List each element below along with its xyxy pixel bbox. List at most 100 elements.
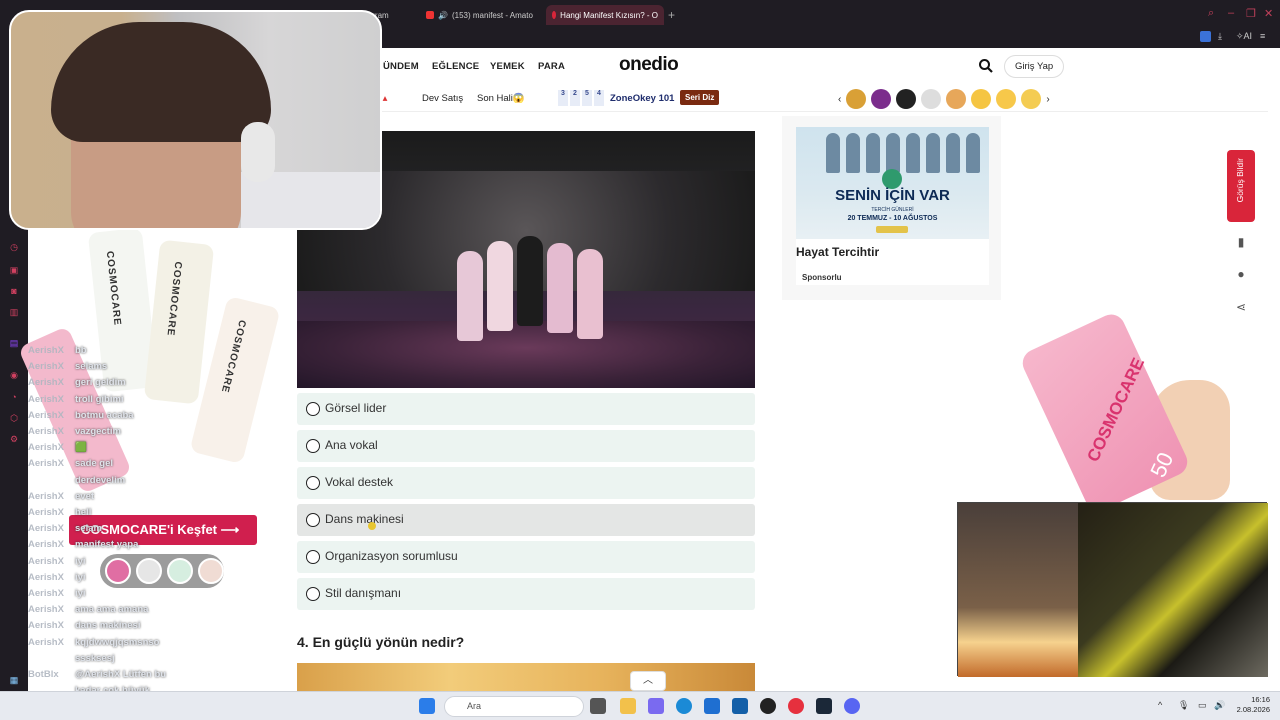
chat-username[interactable]: AerishX [28, 539, 75, 550]
chevron-right-icon[interactable]: › [1046, 94, 1049, 105]
player-icon[interactable]: ◉ [8, 369, 20, 381]
scroll-top-button[interactable]: ︿ [630, 671, 666, 691]
quiz-option[interactable]: Görsel lider [297, 393, 755, 425]
story-emoji[interactable] [996, 89, 1017, 109]
chat-username[interactable]: AerishX [28, 588, 75, 599]
new-tab-button[interactable]: + [668, 8, 675, 22]
close-icon[interactable]: ✕ [1264, 7, 1273, 20]
taskview-icon[interactable] [590, 698, 606, 714]
story-avatar[interactable] [846, 89, 867, 109]
radio-button[interactable] [306, 587, 320, 601]
subnav-dev-satis[interactable]: Dev Satış [422, 93, 463, 104]
quiz-option[interactable]: Stil danışmanı [297, 578, 755, 610]
radio-button[interactable] [306, 439, 320, 453]
zoneokey-digits[interactable]: 3 2 5 4 [558, 90, 604, 106]
network-icon[interactable]: ▭ [1198, 700, 1207, 711]
nav-para[interactable]: PARA [538, 61, 565, 72]
story-emoji[interactable] [1021, 89, 1042, 109]
chevron-left-icon[interactable]: ‹ [838, 94, 841, 105]
story-avatar[interactable] [871, 89, 892, 109]
login-button[interactable]: Giriş Yap [1004, 55, 1065, 78]
microphone-icon[interactable]: 🎙 [1178, 700, 1189, 711]
chat-username[interactable]: AerishX [28, 556, 75, 567]
history-icon[interactable]: ◷ [8, 241, 20, 253]
chat-username[interactable]: AerishX [28, 507, 75, 518]
chat-username[interactable]: AerishX [28, 572, 75, 583]
chat-username[interactable]: AerishX [28, 620, 75, 631]
radio-button[interactable] [306, 476, 320, 490]
chat-username[interactable]: AerishX [28, 604, 75, 615]
swatch[interactable] [136, 558, 162, 584]
minimize-icon[interactable]: – [1228, 7, 1234, 19]
download-icon[interactable]: ⤓ [1218, 31, 1222, 42]
store-icon[interactable] [732, 698, 748, 714]
chat-username[interactable]: AerishX [28, 345, 75, 356]
feedback-button[interactable]: Görüş Bildir [1227, 150, 1255, 222]
tab-youtube[interactable]: 🔊 (153) manifest - Amato [420, 5, 539, 25]
chat-username[interactable]: AerishX [28, 377, 75, 388]
chat-username[interactable]: AerishX [28, 523, 75, 534]
file-explorer-icon[interactable] [620, 698, 636, 714]
search-icon[interactable] [978, 58, 994, 74]
chat-username[interactable]: AerishX [28, 426, 75, 437]
sidebar-toggle-icon[interactable]: ▦ [8, 674, 20, 686]
video-overlay[interactable] [957, 502, 1268, 677]
search-tabs-icon[interactable]: ⌕ [1208, 7, 1214, 20]
comments-icon[interactable]: ● [1233, 267, 1249, 283]
chat-username[interactable]: AerishX [28, 458, 75, 469]
twitch-icon[interactable]: ▤ [8, 337, 20, 349]
taskbar-search[interactable]: Ara [444, 696, 584, 717]
extension-icon[interactable] [1200, 31, 1211, 42]
copilot-icon[interactable] [648, 698, 664, 714]
bookmark-icon[interactable]: ▮ [1233, 235, 1249, 251]
swatch[interactable] [167, 558, 193, 584]
story-avatar[interactable] [946, 89, 967, 109]
story-avatar[interactable] [921, 89, 942, 109]
story-emoji[interactable] [971, 89, 992, 109]
share-icon[interactable]: ⋖ [1233, 300, 1249, 316]
ai-icon[interactable]: ✧AI [1236, 31, 1252, 42]
nav-gundem[interactable]: ÜNDEM [383, 61, 419, 72]
swatch[interactable] [105, 558, 131, 584]
chat-username[interactable]: AerishX [28, 361, 75, 372]
start-icon[interactable] [419, 698, 435, 714]
maximize-icon[interactable]: ❐ [1246, 7, 1256, 20]
quiz-option[interactable]: Vokal destek [297, 467, 755, 499]
extensions-icon[interactable]: ⬡ [8, 412, 20, 424]
story-avatar[interactable] [896, 89, 917, 109]
tray-chevron-icon[interactable]: ^ [1158, 700, 1162, 710]
messenger-icon[interactable]: ◙ [8, 285, 20, 297]
steam-icon[interactable] [816, 698, 832, 714]
seri-diz-badge[interactable]: Seri Diz [680, 90, 720, 105]
quiz-option[interactable]: Dans makinesi [297, 504, 755, 536]
swatch[interactable] [198, 558, 224, 584]
tasks-icon[interactable]: ◔ [8, 391, 20, 403]
chat-username[interactable]: AerishX [28, 394, 75, 405]
quiz-option[interactable]: Organizasyon sorumlusu [297, 541, 755, 573]
app-icon[interactable] [760, 698, 776, 714]
nav-yemek[interactable]: YEMEK [490, 61, 525, 72]
subnav-son-hali[interactable]: Son Hali😱 [477, 93, 525, 104]
opera-gx-icon[interactable] [788, 698, 804, 714]
system-clock[interactable]: 16:16 2.08.2026 [1222, 695, 1270, 715]
nav-eglence[interactable]: EĞLENCE [432, 61, 479, 72]
tab-onedio[interactable]: Hangi Manifest Kızısın? - O [546, 5, 664, 25]
radio-button[interactable] [306, 513, 320, 527]
chat-username[interactable]: BotBlx [28, 669, 75, 680]
quiz-option[interactable]: Ana vokal [297, 430, 755, 462]
wallet-icon[interactable]: ▣ [8, 264, 20, 276]
chat-username[interactable]: AerishX [28, 491, 75, 502]
radio-button[interactable] [306, 550, 320, 564]
discord-icon[interactable] [844, 698, 860, 714]
chat-username[interactable]: AerishX [28, 637, 75, 648]
radio-button[interactable] [306, 402, 320, 416]
edge-icon[interactable] [676, 698, 692, 714]
music-icon[interactable]: ▥ [8, 306, 20, 318]
mail-icon[interactable] [704, 698, 720, 714]
menu-icon[interactable]: ≡ [1260, 31, 1265, 41]
chat-username[interactable]: AerishX [28, 442, 75, 453]
chat-username[interactable]: AerishX [28, 410, 75, 421]
site-logo[interactable]: onedio [619, 54, 679, 76]
zoneokey-link[interactable]: ZoneOkey 101 [610, 93, 674, 104]
sponsored-card[interactable]: SENİN İÇİN VAR TERCİH GÜNLERİ 20 TEMMUZ … [782, 116, 1001, 300]
